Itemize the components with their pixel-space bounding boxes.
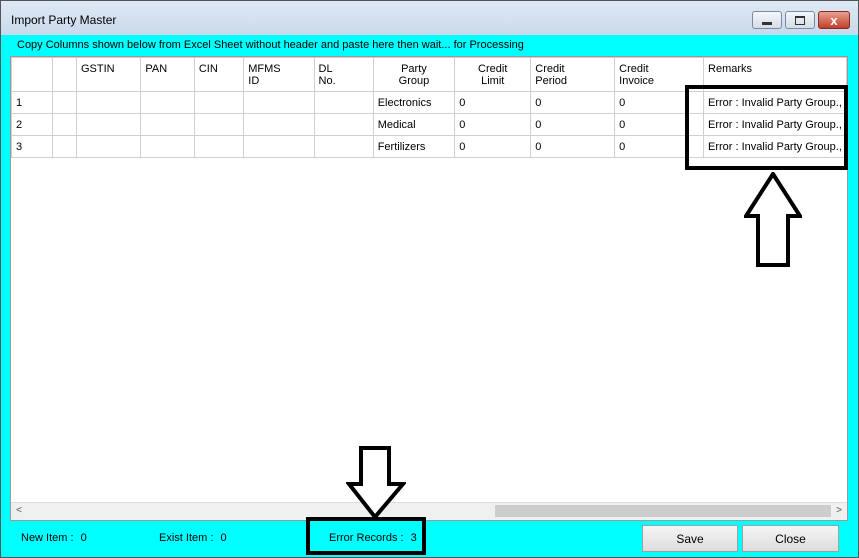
title-bar: Import Party Master x [1,1,858,35]
cell-party-group[interactable]: Medical [372,113,456,136]
cell-credit-limit[interactable]: 0 [454,91,532,114]
header-mfms-id[interactable]: MFMS ID [243,57,315,92]
import-party-master-window: Import Party Master x Copy Columns shown… [0,0,859,558]
header-rownum [11,57,54,92]
close-icon: x [830,12,838,28]
scroll-thumb[interactable] [495,505,831,517]
cell-credit-period[interactable]: 0 [530,113,616,136]
scroll-left-icon[interactable]: < [13,505,25,518]
scroll-right-icon[interactable]: > [833,505,845,518]
close-button[interactable]: Close [742,525,839,552]
cell-rownum[interactable]: 3 [11,135,54,158]
remarks-highlight-box [685,85,848,170]
cell-rownum[interactable]: 1 [11,91,54,114]
cell-select[interactable] [52,91,77,114]
cell-gstin[interactable] [75,135,142,158]
instructions-text: Copy Columns shown below from Excel Shee… [17,39,524,51]
close-window-button[interactable]: x [818,11,850,29]
exist-item-label: Exist Item : [159,532,214,544]
header-pan[interactable]: PAN [140,57,195,92]
cell-pan[interactable] [140,135,195,158]
up-arrow-icon [744,172,802,267]
header-credit-period[interactable]: Credit Period [530,57,616,92]
cell-mfms-id[interactable] [243,91,315,114]
new-item-status: New Item : 0 [21,532,87,544]
cell-credit-period[interactable]: 0 [530,135,616,158]
exist-item-status: Exist Item : 0 [159,532,227,544]
cell-rownum[interactable]: 2 [11,113,54,136]
maximize-button[interactable] [785,11,815,29]
cell-gstin[interactable] [75,91,142,114]
cell-dl-no[interactable] [313,113,374,136]
error-records-highlight-box [306,517,426,555]
cell-mfms-id[interactable] [243,135,315,158]
exist-item-value: 0 [220,532,227,544]
window-title: Import Party Master [11,13,117,27]
header-party-group[interactable]: Party Group [372,57,456,92]
cell-cin[interactable] [193,113,245,136]
cell-credit-limit[interactable]: 0 [454,113,532,136]
cell-mfms-id[interactable] [243,113,315,136]
header-select [52,57,77,92]
header-cin[interactable]: CIN [193,57,245,92]
cell-cin[interactable] [193,91,245,114]
minimize-button[interactable] [752,11,782,29]
horizontal-scrollbar[interactable]: < > [11,502,847,520]
cell-pan[interactable] [140,91,195,114]
new-item-value: 0 [80,532,87,544]
cell-cin[interactable] [193,135,245,158]
down-arrow-icon [346,446,406,520]
maximize-icon [795,15,805,25]
save-button[interactable]: Save [642,525,738,552]
cell-dl-no[interactable] [313,91,374,114]
cell-credit-limit[interactable]: 0 [454,135,532,158]
cell-dl-no[interactable] [313,135,374,158]
minimize-icon [762,21,772,25]
cell-select[interactable] [52,113,77,136]
header-gstin[interactable]: GSTIN [75,57,142,92]
cell-party-group[interactable]: Fertilizers [372,135,456,158]
cell-party-group[interactable]: Electronics [372,91,456,114]
new-item-label: New Item : [21,532,74,544]
header-credit-limit[interactable]: Credit Limit [454,57,532,92]
cell-credit-period[interactable]: 0 [530,91,616,114]
cell-gstin[interactable] [75,113,142,136]
header-dl-no[interactable]: DL No. [313,57,374,92]
cell-pan[interactable] [140,113,195,136]
cell-select[interactable] [52,135,77,158]
